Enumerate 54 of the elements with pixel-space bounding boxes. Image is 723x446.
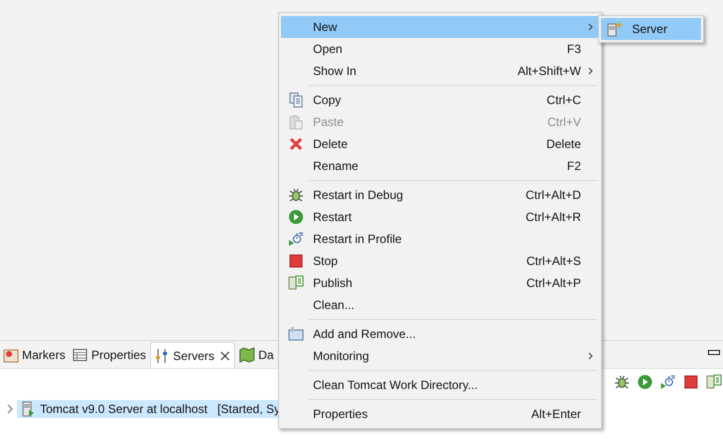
server-icon xyxy=(20,401,36,417)
menu-item[interactable]: Delete Delete xyxy=(281,133,599,155)
shortcut-label: Ctrl+Alt+D xyxy=(526,187,581,204)
menu-item[interactable]: Publish Ctrl+Alt+P xyxy=(281,272,599,294)
menu-item[interactable]: Restart in Profile xyxy=(281,228,599,250)
folder-icon xyxy=(288,326,304,342)
menu-item[interactable]: Stop Ctrl+Alt+S xyxy=(281,250,599,272)
menu-item[interactable]: Clean Tomcat Work Directory... xyxy=(281,374,599,396)
delete-icon xyxy=(288,136,304,152)
menu-item[interactable]: Rename F2 xyxy=(281,155,599,177)
shortcut-label: Alt+Enter xyxy=(531,406,581,423)
shortcut-label: Alt+Shift+W xyxy=(518,63,581,80)
shortcut-label: Ctrl+C xyxy=(546,92,581,109)
play-icon[interactable] xyxy=(637,374,653,390)
play-icon xyxy=(288,209,304,225)
menu-item[interactable]: Restart Ctrl+Alt+R xyxy=(281,206,599,228)
paste-icon xyxy=(288,114,304,130)
menu-item[interactable]: Open F3 xyxy=(281,38,599,60)
minimize-icon[interactable] xyxy=(708,350,720,356)
stop-icon xyxy=(288,253,304,269)
menu-item[interactable]: Restart in Debug Ctrl+Alt+D xyxy=(281,184,599,206)
panel-tab[interactable]: Markers xyxy=(0,342,68,368)
table-icon xyxy=(72,347,88,363)
panel-tab[interactable]: Da xyxy=(236,342,277,368)
shortcut-label: Ctrl+Alt+R xyxy=(526,209,581,226)
shortcut-label: Delete xyxy=(546,136,581,153)
stopwatch-icon xyxy=(288,231,304,247)
stopwatch-icon[interactable] xyxy=(660,374,676,390)
markers-icon xyxy=(3,347,19,363)
panel-tab[interactable]: Properties xyxy=(69,342,150,368)
close-icon[interactable] xyxy=(219,350,232,362)
server-icon xyxy=(606,21,622,37)
shortcut-label: F2 xyxy=(566,158,581,175)
menu-item[interactable]: Server xyxy=(601,18,701,40)
bug-icon[interactable] xyxy=(614,374,630,390)
menu-item[interactable]: Monitoring xyxy=(281,345,599,367)
publish-icon xyxy=(288,275,304,291)
menu-item[interactable]: Copy Ctrl+C xyxy=(281,89,599,111)
publish-icon[interactable] xyxy=(706,374,722,390)
shortcut-label: Ctrl+Alt+S xyxy=(526,253,581,270)
bug-icon xyxy=(288,187,304,203)
menu-item[interactable]: Clean... xyxy=(281,294,599,316)
menu-item[interactable]: Show In Alt+Shift+W xyxy=(281,60,599,82)
chevron-icon[interactable] xyxy=(6,404,14,414)
shortcut-label: F3 xyxy=(566,41,581,58)
shortcut-label: Ctrl+Alt+P xyxy=(526,275,581,292)
panel-tab[interactable]: Servers xyxy=(150,342,236,368)
menu-item[interactable]: New xyxy=(281,16,599,38)
menu-item[interactable]: Add and Remove... xyxy=(281,323,599,345)
server-name: Tomcat v9.0 Server at localhost xyxy=(40,401,208,418)
shortcut-label: Ctrl+V xyxy=(547,114,581,131)
map-icon xyxy=(239,347,256,363)
copy-icon xyxy=(288,92,304,108)
stop-icon[interactable] xyxy=(683,374,699,390)
